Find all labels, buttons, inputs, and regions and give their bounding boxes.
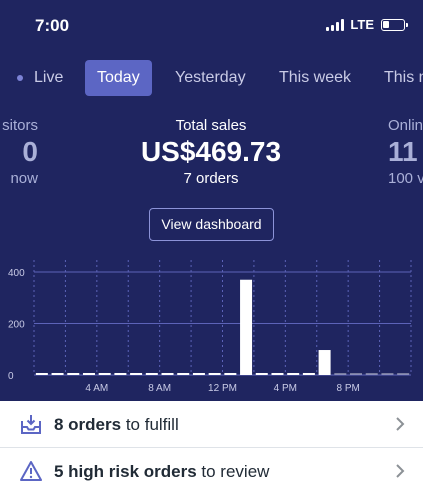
total-sales-value: US$469.73 <box>140 136 282 167</box>
chevron-right-icon <box>396 417 405 431</box>
bar <box>224 373 237 375</box>
high-risk-count: 5 high risk orders <box>54 462 197 481</box>
x-tick-label: 12 PM <box>208 383 237 394</box>
metric-online[interactable]: Onlin 11 100 v <box>388 117 423 187</box>
high-risk-orders-text: 5 high risk orders to review <box>54 462 269 482</box>
bar <box>381 373 394 375</box>
y-tick-label: 400 <box>8 268 25 279</box>
y-tick-label: 200 <box>8 320 25 331</box>
bar <box>35 373 48 375</box>
metric-visitors[interactable]: sitors 0 now <box>0 117 38 187</box>
x-tick-label: 8 PM <box>336 383 359 394</box>
status-indicators: LTE <box>326 17 408 32</box>
bar <box>397 373 410 375</box>
warning-triangle-icon <box>20 461 42 481</box>
y-tick-label: 0 <box>8 371 14 382</box>
view-dashboard-button[interactable]: View dashboard <box>149 208 274 241</box>
bar <box>51 373 64 375</box>
bar <box>240 279 253 375</box>
bar <box>287 373 300 375</box>
bar <box>114 373 127 375</box>
metric-online-label: Onlin <box>388 117 423 134</box>
high-risk-orders-row[interactable]: 5 high risk orders to review <box>0 448 423 494</box>
battery-icon <box>381 18 408 31</box>
metric-visitors-label: sitors <box>2 117 38 134</box>
bar <box>302 373 315 375</box>
tab-today[interactable]: Today <box>85 60 152 96</box>
x-tick-label: 4 AM <box>85 383 108 394</box>
bar <box>350 373 363 375</box>
x-tick-label: 4 PM <box>274 383 297 394</box>
bar <box>177 373 190 375</box>
fulfill-orders-text: 8 orders to fulfill <box>54 415 179 435</box>
metric-online-value: 11 <box>388 136 418 167</box>
x-tick-label: 8 AM <box>148 383 171 394</box>
high-risk-rest: to review <box>196 462 270 481</box>
total-sales-orders: 7 orders <box>183 170 239 187</box>
status-time: 7:00 <box>35 16 70 35</box>
bar <box>255 373 268 375</box>
bar <box>145 373 158 375</box>
tab-live[interactable]: Live <box>34 60 63 96</box>
bar <box>318 350 331 375</box>
bar <box>98 373 111 375</box>
tab-this-month[interactable]: This m <box>384 60 423 96</box>
bar <box>334 373 347 375</box>
network-label: LTE <box>350 17 374 32</box>
metric-visitors-sub: now <box>10 170 38 187</box>
bar <box>130 373 143 375</box>
bar <box>271 373 284 375</box>
fulfill-rest: to fulfill <box>121 415 179 434</box>
bar <box>161 373 174 375</box>
tab-this-week[interactable]: This week <box>279 60 351 96</box>
fulfill-count: 8 orders <box>54 415 122 434</box>
sales-chart: 400 200 0 4 AM 8 AM 12 PM 4 PM 8 PM <box>8 260 412 394</box>
bar <box>192 373 205 375</box>
inbox-download-icon <box>21 415 41 434</box>
bar <box>82 373 95 375</box>
task-list: 8 orders to fulfill 5 high risk orders t… <box>0 401 423 500</box>
bar <box>365 373 378 375</box>
metric-total-sales[interactable]: Total sales US$469.73 7 orders <box>111 117 311 187</box>
date-range-tabs: Live Today Yesterday This week This m <box>0 60 423 96</box>
chevron-right-icon <box>396 464 405 478</box>
signal-icon <box>326 18 345 31</box>
tab-yesterday[interactable]: Yesterday <box>175 60 246 96</box>
fulfill-orders-row[interactable]: 8 orders to fulfill <box>0 401 423 448</box>
metric-visitors-value: 0 <box>22 136 38 167</box>
bar <box>67 373 80 375</box>
bar <box>208 373 221 375</box>
metric-online-sub: 100 v <box>388 170 423 187</box>
total-sales-label: Total sales <box>175 117 247 134</box>
status-bar: 7:00 LTE <box>0 0 423 52</box>
